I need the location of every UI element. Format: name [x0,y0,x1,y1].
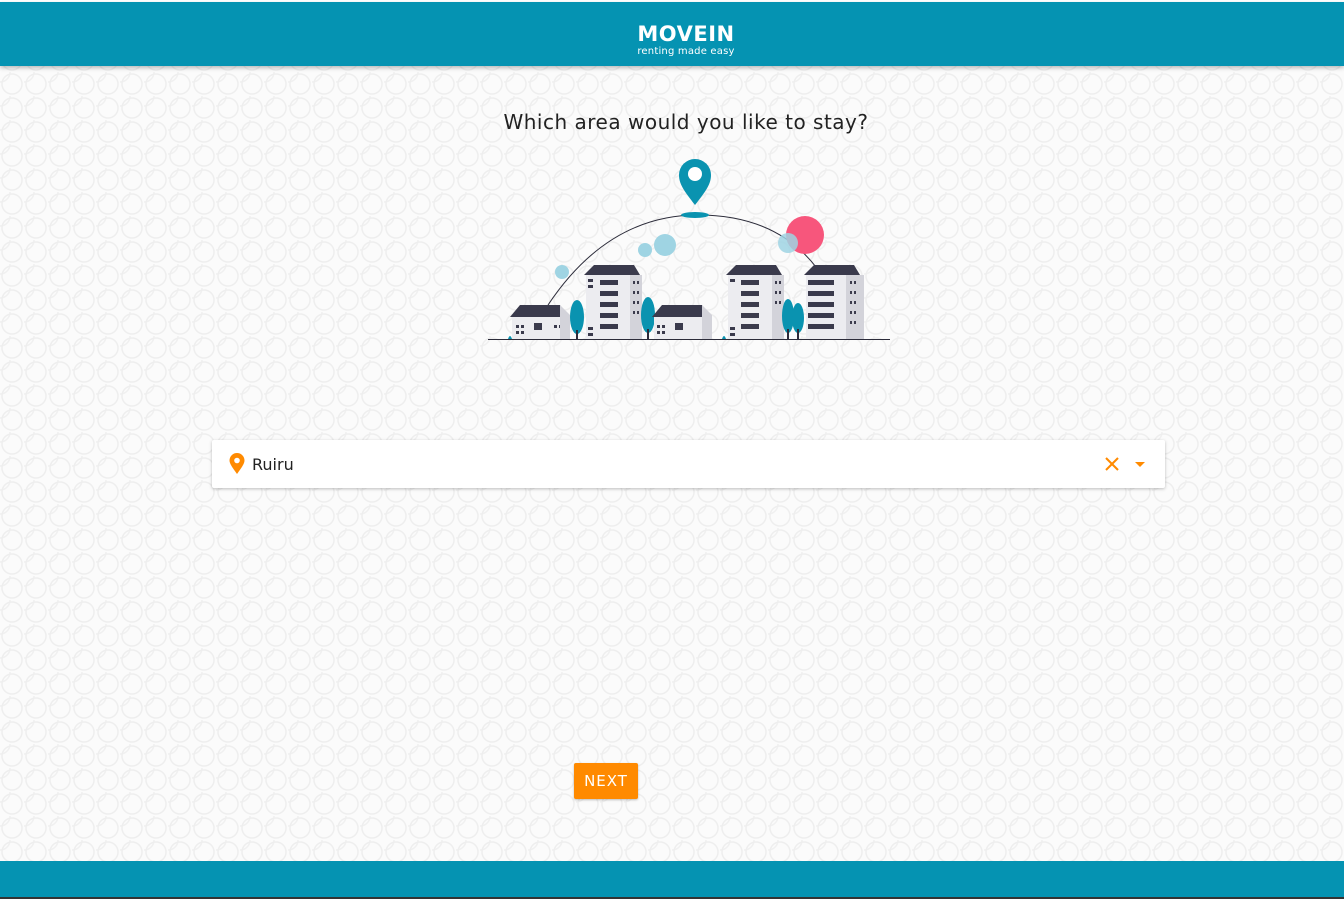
app-footer [0,861,1344,897]
city-location-illustration [488,159,890,340]
location-search-input[interactable] [252,451,1072,477]
close-icon[interactable] [1103,455,1121,473]
logo-wordmark: MOVEIN [637,22,735,46]
app-header: MOVEIN renting made easy [0,2,1344,66]
location-pin-icon [229,453,245,474]
next-button[interactable]: NEXT [574,763,638,799]
caret-down-icon[interactable] [1133,459,1147,469]
page-question: Which area would you like to stay? [503,110,869,134]
movein-logo[interactable]: MOVEIN renting made easy [634,22,738,62]
logo-tagline: renting made easy [637,46,735,57]
